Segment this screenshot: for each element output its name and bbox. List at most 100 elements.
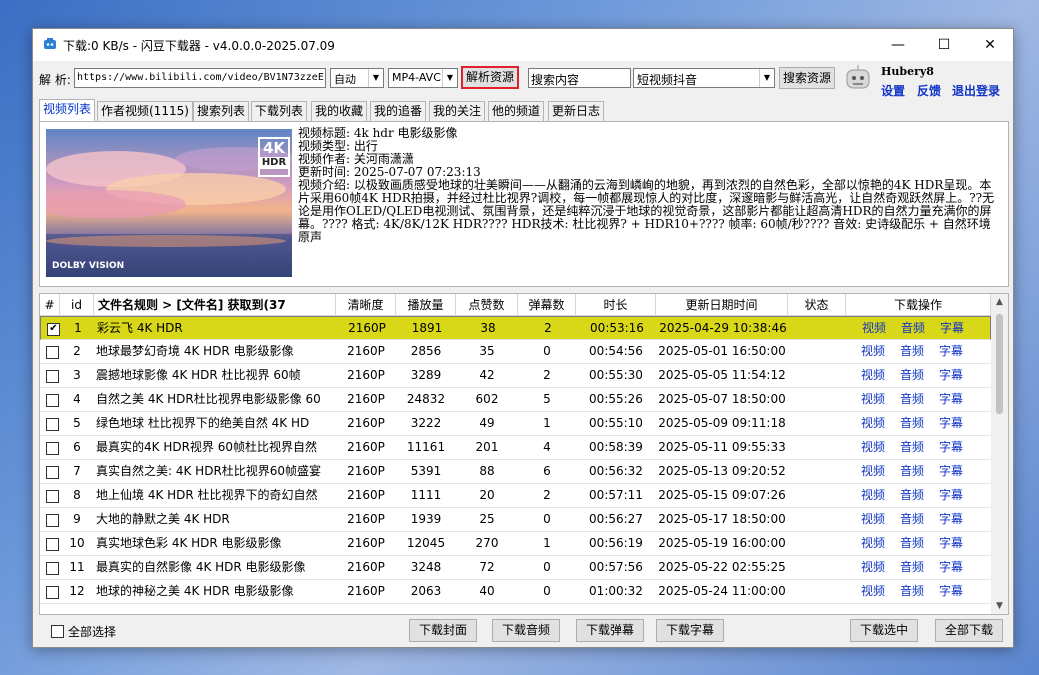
table-row[interactable]: 8 地上仙境 4K HDR 杜比视界下的奇幻自然 2160P 1111 20 2 00:57… [40, 484, 991, 508]
download-audio-link[interactable]: 音频 [897, 412, 927, 435]
download-cover-button[interactable]: 下载封面 [409, 619, 477, 642]
tab-bangumi[interactable]: 我的追番 [370, 101, 427, 121]
download-video-link[interactable]: 视频 [858, 388, 888, 411]
quality-select[interactable]: 自动 ▼ [330, 68, 384, 88]
download-audio-link[interactable]: 音频 [897, 556, 927, 579]
download-subtitle-link[interactable]: 字幕 [937, 317, 967, 340]
table-row[interactable]: 5 绿色地球 杜比视界下的绝美自然 4K HD 2160P 3222 49 1 00:55:… [40, 412, 991, 436]
download-audio-link[interactable]: 音频 [897, 340, 927, 363]
download-audio-button[interactable]: 下载音频 [492, 619, 560, 642]
scrollbar-thumb[interactable] [996, 314, 1003, 414]
select-all-checkbox[interactable] [51, 625, 64, 638]
download-video-link[interactable]: 视频 [858, 532, 888, 555]
row-checkbox[interactable] [46, 442, 59, 455]
scroll-down-icon[interactable]: ▼ [991, 598, 1008, 614]
search-source-select[interactable]: 短视频抖音 ▼ [633, 68, 775, 88]
download-video-link[interactable]: 视频 [858, 556, 888, 579]
download-video-link[interactable]: 视频 [858, 484, 888, 507]
table-row[interactable]: 7 真实自然之美: 4K HDR杜比视界60帧盛宴 2160P 5391 88 6 00:5… [40, 460, 991, 484]
tab-changelog[interactable]: 更新日志 [548, 101, 605, 121]
download-video-link[interactable]: 视频 [858, 460, 888, 483]
download-audio-link[interactable]: 音频 [897, 508, 927, 531]
row-checkbox[interactable] [46, 394, 59, 407]
row-checkbox[interactable] [46, 586, 59, 599]
download-subtitle-link[interactable]: 字幕 [936, 556, 966, 579]
row-checkbox[interactable]: ✔ [47, 323, 60, 336]
download-subtitle-link[interactable]: 字幕 [936, 484, 966, 507]
tab-favorites[interactable]: 我的收藏 [311, 101, 368, 121]
download-subtitle-button[interactable]: 下载字幕 [656, 619, 724, 642]
scroll-up-icon[interactable]: ▲ [991, 294, 1008, 310]
download-audio-link[interactable]: 音频 [898, 317, 928, 340]
download-subtitle-link[interactable]: 字幕 [936, 388, 966, 411]
col-header-status[interactable]: 状态 [788, 294, 846, 316]
table-row[interactable]: 4 自然之美 4K HDR杜比视界电影级影像 60 2160P 24832 602 5 00… [40, 388, 991, 412]
close-button[interactable]: ✕ [967, 29, 1013, 61]
download-audio-link[interactable]: 音频 [897, 580, 927, 603]
row-checkbox[interactable] [46, 514, 59, 527]
download-video-link[interactable]: 视频 [858, 436, 888, 459]
row-checkbox[interactable] [46, 466, 59, 479]
title-bar[interactable]: 下载:0 KB/s - 闪豆下载器 - v4.0.0.0-2025.07.09 … [33, 29, 1013, 61]
table-row[interactable]: ✔ 1 彩云飞 4K HDR 2160P 1891 38 2 00:53:16 2025-04-… [40, 316, 991, 340]
download-subtitle-link[interactable]: 字幕 [936, 532, 966, 555]
download-video-link[interactable]: 视频 [858, 580, 888, 603]
col-header-filename[interactable]: 文件名规则 > [文件名] 获取到(37 [94, 294, 336, 316]
download-video-link[interactable]: 视频 [858, 340, 888, 363]
col-header-plays[interactable]: 播放量 [396, 294, 456, 316]
row-checkbox[interactable] [46, 538, 59, 551]
tab-download-list[interactable]: 下载列表 [251, 101, 308, 121]
format-select[interactable]: MP4-AVC ▼ [388, 68, 458, 88]
search-button[interactable]: 搜索资源 [779, 67, 835, 89]
download-selected-button[interactable]: 下载选中 [850, 619, 918, 642]
download-subtitle-link[interactable]: 字幕 [936, 580, 966, 603]
row-checkbox[interactable] [46, 418, 59, 431]
maximize-button[interactable]: ☐ [921, 29, 967, 61]
download-audio-link[interactable]: 音频 [897, 388, 927, 411]
col-header-id[interactable]: id [60, 294, 94, 316]
col-header-likes[interactable]: 点赞数 [456, 294, 518, 316]
tab-search-list[interactable]: 搜索列表 [193, 101, 250, 121]
table-row[interactable]: 3 震撼地球影像 4K HDR 杜比视界 60帧 2160P 3289 42 2 00:55… [40, 364, 991, 388]
logout-link[interactable]: 退出登录 [952, 82, 1000, 99]
download-audio-link[interactable]: 音频 [897, 436, 927, 459]
download-video-link[interactable]: 视频 [858, 508, 888, 531]
table-row[interactable]: 11 最真实的自然影像 4K HDR 电影级影像 2160P 3248 72 0 00:57… [40, 556, 991, 580]
download-all-button[interactable]: 全部下载 [935, 619, 1003, 642]
download-subtitle-link[interactable]: 字幕 [936, 436, 966, 459]
col-header-danmaku[interactable]: 弹幕数 [518, 294, 576, 316]
row-checkbox[interactable] [46, 346, 59, 359]
download-subtitle-link[interactable]: 字幕 [936, 412, 966, 435]
download-audio-link[interactable]: 音频 [897, 532, 927, 555]
download-subtitle-link[interactable]: 字幕 [936, 508, 966, 531]
col-header-actions[interactable]: 下载操作 [846, 294, 991, 316]
download-video-link[interactable]: 视频 [858, 364, 888, 387]
table-row[interactable]: 12 地球的神秘之美 4K HDR 电影级影像 2160P 2063 40 0 01:00:… [40, 580, 991, 604]
col-header-quality[interactable]: 清晰度 [336, 294, 396, 316]
table-row[interactable]: 2 地球最梦幻奇境 4K HDR 电影级影像 2160P 2856 35 0 00:54:5… [40, 340, 991, 364]
table-row[interactable]: 10 真实地球色彩 4K HDR 电影级影像 2160P 12045 270 1 00:56… [40, 532, 991, 556]
download-audio-link[interactable]: 音频 [897, 364, 927, 387]
col-header-updated[interactable]: 更新日期时间 [656, 294, 788, 316]
tab-channel[interactable]: 他的频道 [488, 101, 545, 121]
download-subtitle-link[interactable]: 字幕 [936, 364, 966, 387]
download-video-link[interactable]: 视频 [859, 317, 889, 340]
col-header-duration[interactable]: 时长 [576, 294, 656, 316]
settings-link[interactable]: 设置 [881, 82, 905, 99]
row-checkbox[interactable] [46, 490, 59, 503]
table-row[interactable]: 6 最真实的4K HDR视界 60帧杜比视界自然 2160P 11161 201 4 00:… [40, 436, 991, 460]
download-video-link[interactable]: 视频 [858, 412, 888, 435]
download-audio-link[interactable]: 音频 [897, 460, 927, 483]
tab-author-videos[interactable]: 作者视频(1115) [97, 101, 193, 121]
download-subtitle-link[interactable]: 字幕 [936, 340, 966, 363]
download-audio-link[interactable]: 音频 [897, 484, 927, 507]
download-subtitle-link[interactable]: 字幕 [936, 460, 966, 483]
parse-button[interactable]: 解析资源 [461, 66, 519, 89]
download-danmaku-button[interactable]: 下载弹幕 [576, 619, 644, 642]
search-input[interactable]: 搜索内容 [528, 68, 631, 88]
tab-video-list[interactable]: 视频列表 [39, 99, 96, 122]
url-input[interactable]: https://www.bilibili.com/video/BV1N73zze… [74, 68, 326, 88]
minimize-button[interactable]: — [875, 29, 921, 61]
tab-following[interactable]: 我的关注 [429, 101, 486, 121]
row-checkbox[interactable] [46, 370, 59, 383]
